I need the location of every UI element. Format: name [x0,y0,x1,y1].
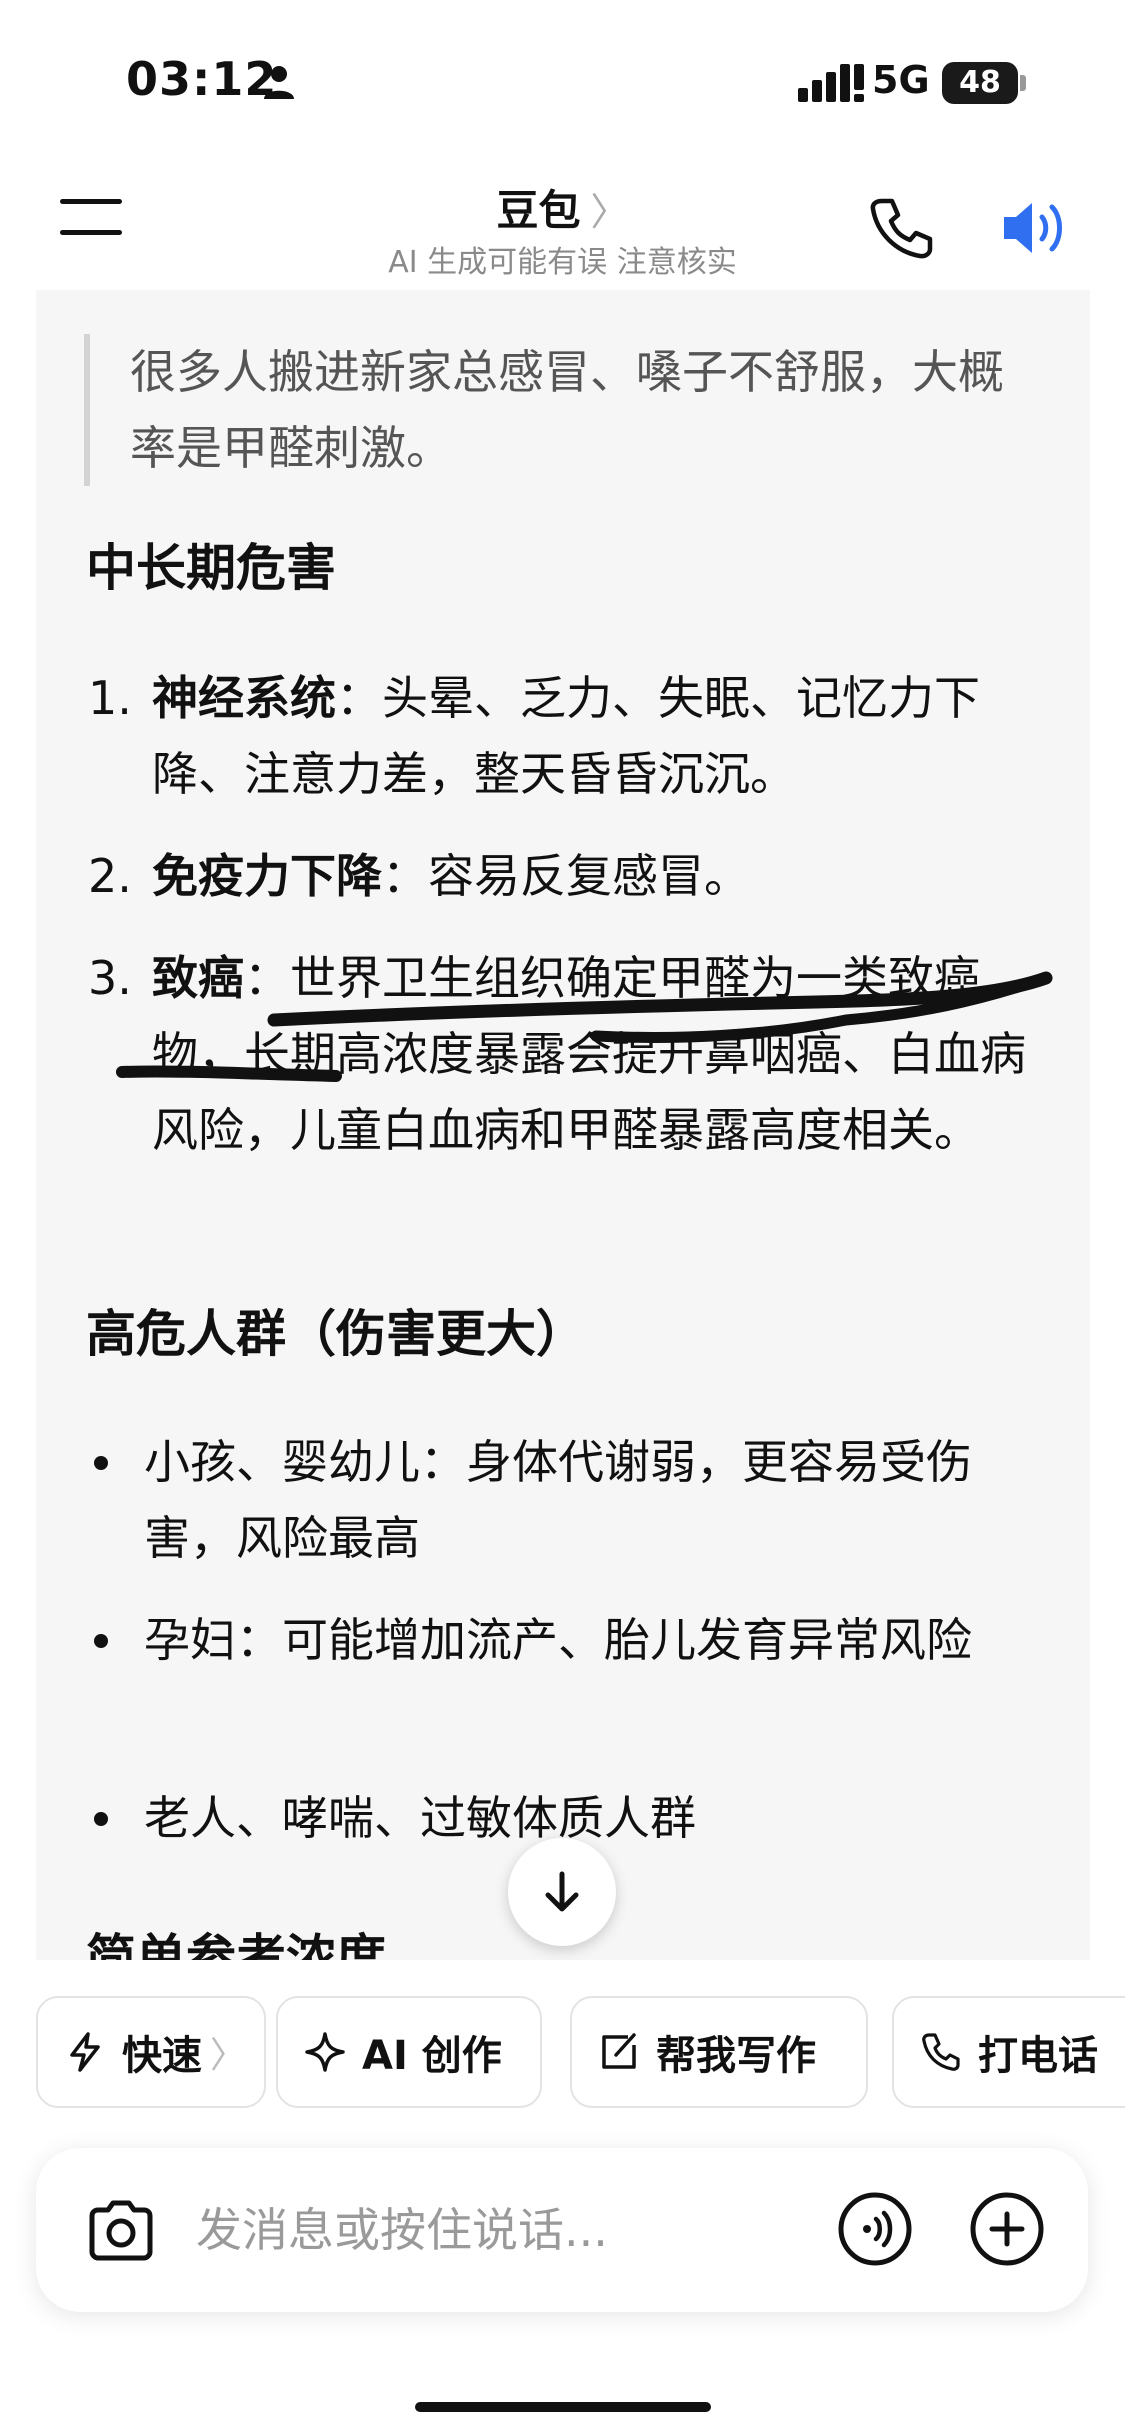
assistant-name: 豆包 [496,186,581,235]
chip-label: AI 创作 [362,2033,502,2079]
section-heading: 高危人群（伤害更大） [86,1305,586,1363]
arrow-down-icon [545,1871,579,1912]
chat-header: 豆包〉 AI 生成可能有误 注意核实 [0,165,1125,290]
quick-actions: 快速〉 AI 创作 帮我写作 打电话 [36,1996,1125,2108]
camera-icon[interactable] [86,2198,156,2262]
chip-label: 快速 [122,2033,202,2079]
lightning-icon [70,2032,100,2072]
chip-label: 帮我写作 [656,2033,816,2079]
chip-label: 打电话 [978,2033,1098,2079]
chip-help-write[interactable]: 帮我写作 [570,1996,868,2108]
list-item-term: 致癌 [152,951,244,1005]
network-type: 5G [872,58,930,102]
chip-call[interactable]: 打电话 [892,1996,1125,2108]
list-item-text: 小孩、婴幼儿：身体代谢弱，更容易受伤害，风险最高 [144,1435,972,1565]
list-item-term: 免疫力下降 [152,849,382,903]
list-item: 1. 神经系统：头晕、乏力、失眠、记忆力下降、注意力差，整天昏昏沉沉。 [88,660,1058,812]
quote-block: 很多人搬进新家总感冒、嗓子不舒服，大概率是甲醛刺激。 [84,334,1044,486]
list-item-text: 孕妇：可能增加流产、胎儿发育异常风险 [144,1613,972,1667]
sparkle-icon [305,2032,345,2072]
speaker-icon[interactable] [1000,195,1072,261]
bullet-icon [94,1812,108,1826]
chip-fast[interactable]: 快速〉 [36,1996,266,2108]
chip-ai-create[interactable]: AI 创作 [276,1996,542,2108]
edit-icon [602,2033,636,2069]
home-indicator [415,2402,711,2412]
chevron-right-icon: 〉 [210,2035,247,2076]
list-item-text: ：容易反复感冒。 [382,849,750,903]
message-content[interactable]: 很多人搬进新家总感冒、嗓子不舒服，大概率是甲醛刺激。 中长期危害 1. 神经系统… [36,290,1090,1960]
list-number: 2. [88,849,132,903]
scroll-down-button[interactable] [508,1838,616,1946]
list-number: 1. [88,671,132,725]
ai-disclaimer: AI 生成可能有误 注意核实 [388,245,737,280]
list-item-body: 致癌：世界卫生组织确定甲醛为一类致癌物，长期高浓度暴露会提升鼻咽癌、白血病风险，… [152,940,1058,1168]
assistant-title[interactable]: 豆包〉 [0,177,1125,238]
status-bar: 03:12 5G 48 [0,0,1125,165]
list-number: 3. [88,951,132,1005]
list-item: 2. 免疫力下降：容易反复感冒。 [88,838,1058,914]
signal-icon [798,64,864,102]
section-heading: 简单参考浓度 [86,1929,386,1960]
phone-icon [922,2033,960,2071]
list-item-text: ：世界卫生组织确定甲醛为一类致癌物，长期高浓度暴露会提升鼻咽癌、白血病风险，儿童… [152,951,1026,1157]
list-item: 孕妇：可能增加流产、胎儿发育异常风险 [88,1602,1058,1678]
section-heading: 中长期危害 [86,539,336,597]
list-item: 小孩、婴幼儿：身体代谢弱，更容易受伤害，风险最高 [88,1424,1058,1576]
list-item-text: 老人、哮喘、过敏体质人群 [144,1791,696,1845]
list-item-body: 神经系统：头晕、乏力、失眠、记忆力下降、注意力差，整天昏昏沉沉。 [152,660,1058,812]
list-item: 3. 致癌：世界卫生组织确定甲醛为一类致癌物，长期高浓度暴露会提升鼻咽癌、白血病… [88,940,1058,1168]
list-item-term: 神经系统 [152,671,336,725]
message-composer [36,2148,1088,2312]
plus-icon[interactable] [968,2190,1046,2268]
bullet-icon [94,1634,108,1648]
message-input[interactable] [196,2198,816,2262]
chevron-right-icon: 〉 [590,190,629,234]
phone-icon[interactable] [868,195,934,261]
battery-cap [1020,75,1026,91]
battery-level: 48 [942,62,1018,104]
status-time: 03:12 [126,52,278,106]
person-icon [264,66,294,99]
voice-input-icon[interactable] [836,2190,914,2268]
list-item-body: 免疫力下降：容易反复感冒。 [152,838,1058,914]
composer-area: 快速〉 AI 创作 帮我写作 打电话 [0,1960,1125,2436]
bullet-icon [94,1456,108,1470]
